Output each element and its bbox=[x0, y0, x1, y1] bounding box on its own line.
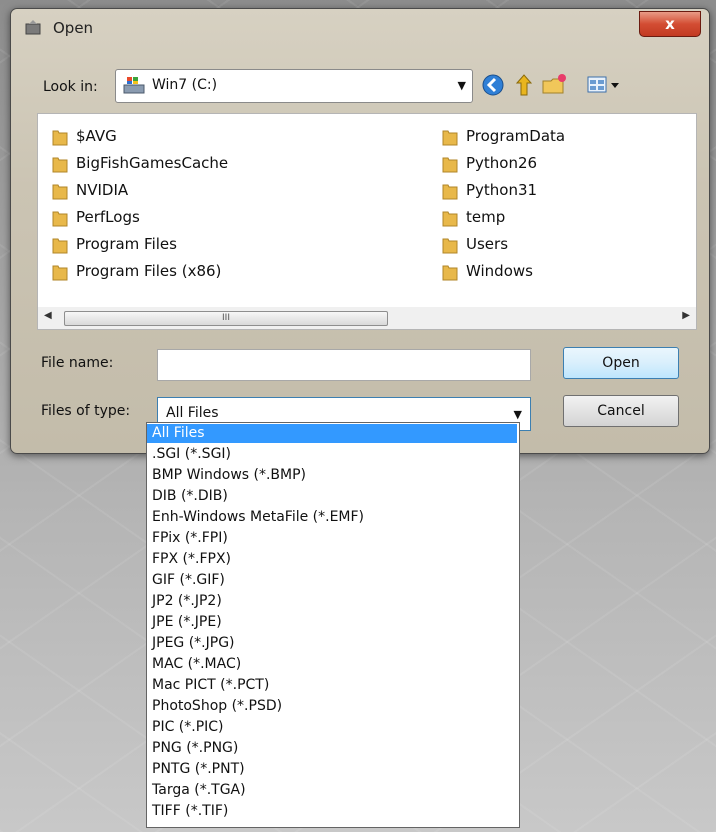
folder-icon bbox=[52, 157, 68, 173]
open-dialog: Open x Look in: Win7 (C:) ▼ $AVG BigFish… bbox=[10, 8, 710, 454]
file-type-option[interactable]: DIB (*.DIB) bbox=[147, 487, 517, 506]
folder-name: Python26 bbox=[466, 154, 538, 172]
view-menu-icon[interactable] bbox=[587, 73, 623, 97]
close-button[interactable]: x bbox=[639, 11, 701, 37]
file-type-option[interactable]: Mac PICT (*.PCT) bbox=[147, 676, 517, 695]
drive-icon bbox=[123, 77, 145, 94]
scroll-left-icon[interactable]: ◀ bbox=[44, 310, 52, 321]
folder-name: Program Files bbox=[76, 235, 177, 253]
file-type-option[interactable]: All Files bbox=[147, 424, 517, 443]
back-icon[interactable] bbox=[481, 73, 505, 97]
folder-icon bbox=[52, 265, 68, 281]
folder-icon bbox=[442, 130, 458, 146]
chevron-down-icon: ▼ bbox=[457, 79, 466, 92]
file-type-option[interactable]: PNG (*.PNG) bbox=[147, 739, 517, 758]
scroll-right-icon[interactable]: ▶ bbox=[682, 310, 690, 321]
folder-icon bbox=[442, 238, 458, 254]
look-in-dropdown[interactable]: Win7 (C:) ▼ bbox=[115, 69, 473, 103]
file-type-option[interactable]: MAC (*.MAC) bbox=[147, 655, 517, 674]
folder-name: Python31 bbox=[466, 181, 538, 199]
folder-name: Windows bbox=[466, 262, 533, 280]
folder-name: Program Files (x86) bbox=[76, 262, 222, 280]
folder-name: NVIDIA bbox=[76, 181, 129, 199]
up-folder-icon[interactable] bbox=[513, 73, 535, 97]
look-in-value: Win7 (C:) bbox=[152, 77, 218, 93]
file-name-input[interactable] bbox=[157, 349, 531, 381]
file-type-option[interactable]: FPX (*.FPX) bbox=[147, 550, 517, 569]
file-type-option[interactable]: JPE (*.JPE) bbox=[147, 613, 517, 632]
file-type-options-list[interactable]: All Files .SGI (*.SGI) BMP Windows (*.BM… bbox=[146, 422, 520, 828]
chevron-down-icon: ▼ bbox=[513, 408, 522, 421]
file-type-option[interactable]: .SGI (*.SGI) bbox=[147, 445, 517, 464]
folder-icon bbox=[52, 211, 68, 227]
folder-name: PerfLogs bbox=[76, 208, 140, 226]
app-icon bbox=[25, 20, 41, 35]
horizontal-scrollbar[interactable]: ◀ III ▶ bbox=[37, 307, 697, 330]
folder-name: ProgramData bbox=[466, 127, 566, 145]
folder-name: $AVG bbox=[76, 127, 117, 145]
new-folder-icon[interactable] bbox=[541, 73, 567, 97]
file-list[interactable]: $AVG BigFishGamesCache NVIDIA PerfLogs P… bbox=[37, 113, 697, 309]
file-type-option[interactable]: PIC (*.PIC) bbox=[147, 718, 517, 737]
scroll-thumb[interactable]: III bbox=[64, 311, 388, 326]
folder-icon bbox=[442, 184, 458, 200]
file-type-option[interactable]: PNTG (*.PNT) bbox=[147, 760, 517, 779]
title-bar[interactable]: Open x bbox=[11, 9, 709, 47]
folder-icon bbox=[52, 238, 68, 254]
file-type-option[interactable]: Enh-Windows MetaFile (*.EMF) bbox=[147, 508, 517, 527]
folder-name: BigFishGamesCache bbox=[76, 154, 229, 172]
file-type-option[interactable]: BMP Windows (*.BMP) bbox=[147, 466, 517, 485]
open-button[interactable]: Open bbox=[563, 347, 679, 379]
folder-name: Users bbox=[466, 235, 509, 253]
file-type-option[interactable]: PhotoShop (*.PSD) bbox=[147, 697, 517, 716]
window-title: Open bbox=[53, 19, 94, 37]
folder-icon bbox=[442, 211, 458, 227]
folder-icon bbox=[442, 265, 458, 281]
files-of-type-value: All Files bbox=[166, 405, 219, 421]
file-name-label: File name: bbox=[41, 355, 114, 371]
folder-name: temp bbox=[466, 208, 506, 226]
cancel-button[interactable]: Cancel bbox=[563, 395, 679, 427]
folder-icon bbox=[52, 130, 68, 146]
files-of-type-label: Files of type: bbox=[41, 403, 131, 419]
file-type-option[interactable]: TIFF (*.TIF) bbox=[147, 802, 517, 821]
file-type-option[interactable]: Targa (*.TGA) bbox=[147, 781, 517, 800]
file-type-option[interactable]: JP2 (*.JP2) bbox=[147, 592, 517, 611]
file-type-option[interactable]: GIF (*.GIF) bbox=[147, 571, 517, 590]
look-in-label: Look in: bbox=[43, 79, 98, 95]
file-type-option[interactable]: FPix (*.FPI) bbox=[147, 529, 517, 548]
folder-icon bbox=[442, 157, 458, 173]
file-type-option[interactable]: JPEG (*.JPG) bbox=[147, 634, 517, 653]
folder-icon bbox=[52, 184, 68, 200]
